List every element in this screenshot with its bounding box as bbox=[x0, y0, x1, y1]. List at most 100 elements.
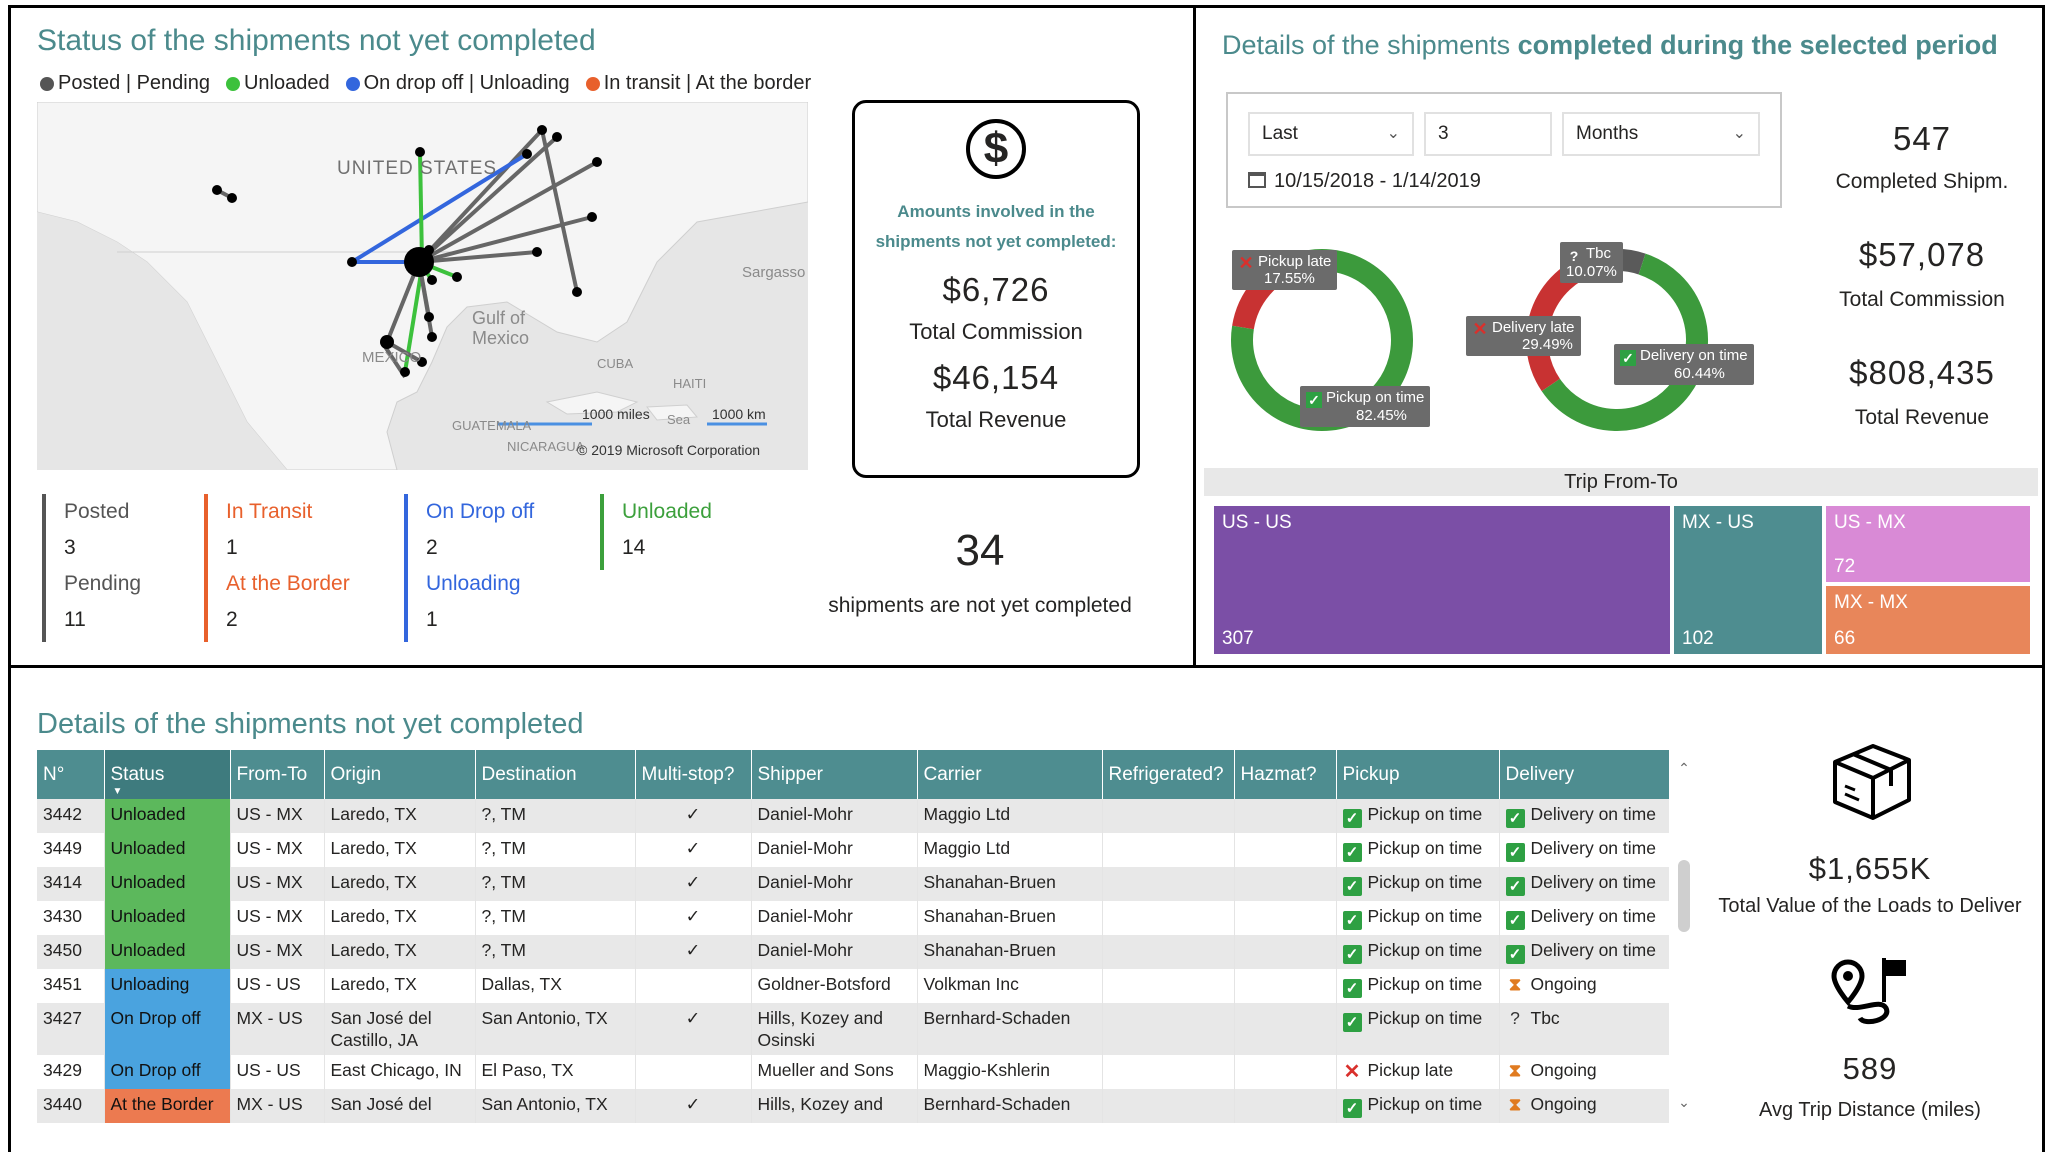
cell-hazmat bbox=[1234, 833, 1337, 867]
legend-item[interactable]: In transit | At the border bbox=[585, 72, 811, 95]
treemap-cell-mx-mx[interactable]: MX - MX 66 bbox=[1826, 586, 2030, 654]
filter-mode-select[interactable]: Last ⌄ bbox=[1248, 112, 1414, 156]
filter-unit-value: Months bbox=[1576, 123, 1639, 144]
scroll-down-icon[interactable]: ⌄ bbox=[1676, 1094, 1692, 1111]
status-group-posted: Posted 3 Pending 11 bbox=[42, 494, 141, 642]
column-header[interactable]: Pickup bbox=[1336, 750, 1500, 799]
column-header[interactable]: Multi-stop? bbox=[635, 750, 752, 799]
legend-dot-icon bbox=[585, 76, 600, 91]
map-label-sargasso: Sargasso bbox=[742, 264, 806, 281]
status-value-pending: 11 bbox=[64, 608, 86, 631]
column-header[interactable]: Origin bbox=[324, 750, 476, 799]
table-row[interactable]: 3429 On Drop off US - US East Chicago, IN El… bbox=[37, 1055, 1669, 1089]
map-scale-miles: 1000 miles bbox=[582, 406, 650, 422]
map-label-cuba: CUBA bbox=[597, 356, 634, 371]
pickup-ontime-pct: 82.45% bbox=[1356, 407, 1407, 424]
filter-amount-input[interactable]: 3 bbox=[1424, 112, 1552, 156]
table-row[interactable]: 3440 At the Border MX - US San José del San … bbox=[37, 1089, 1669, 1123]
trip-label: Avg Trip Distance (miles) bbox=[1759, 1099, 1981, 1121]
check-icon: ✓ bbox=[1342, 877, 1362, 896]
treemap-cell-us-mx[interactable]: US - MX 72 bbox=[1826, 506, 2030, 582]
question-icon: ? bbox=[1510, 1008, 1520, 1028]
shipment-map[interactable]: UNITED STATES Gulf of Mexico Sargasso ME… bbox=[37, 102, 808, 470]
route-icon bbox=[1831, 958, 1906, 1025]
pickup-late-pct: 17.55% bbox=[1264, 270, 1315, 287]
delivery-status-text: Ongoing bbox=[1530, 1094, 1597, 1114]
legend-label: Unloaded bbox=[243, 72, 330, 94]
cell-refrigerated bbox=[1102, 969, 1235, 1003]
status-label-at-border: At the Border bbox=[226, 572, 350, 595]
sort-down-icon[interactable]: ▼ bbox=[113, 786, 123, 797]
column-header[interactable]: Status ▼ bbox=[104, 750, 231, 799]
cell-multistop: ✓ bbox=[635, 867, 752, 901]
status-value-in-transit: 1 bbox=[226, 536, 238, 559]
column-header[interactable]: From-To bbox=[230, 750, 325, 799]
completed-title-pre: Details of the shipments bbox=[1222, 30, 1518, 60]
loads-value: $1,655K bbox=[1808, 851, 1932, 886]
treemap-cell-mx-us[interactable]: MX - US 102 bbox=[1674, 506, 1822, 654]
column-header[interactable]: Hazmat? bbox=[1234, 750, 1337, 799]
cell-refrigerated bbox=[1102, 833, 1235, 867]
legend-item[interactable]: Posted | Pending bbox=[40, 72, 210, 95]
details-title: Details of the shipments not yet complet… bbox=[37, 708, 584, 740]
cell-destination: San Antonio, TX bbox=[475, 1089, 636, 1123]
table-row[interactable]: 3451 Unloading US - US Laredo, TX Dallas, TX… bbox=[37, 969, 1669, 1003]
pickup-status-text: Pickup on time bbox=[1367, 974, 1483, 994]
cell-refrigerated bbox=[1102, 1055, 1235, 1089]
pickup-status-text: Pickup on time bbox=[1367, 838, 1483, 858]
delivery-status-text: Tbc bbox=[1530, 1008, 1560, 1028]
date-filter: Last ⌄ 3 Months ⌄ 10/15/2018 - 1/14/2019 bbox=[1226, 92, 1782, 208]
scroll-up-icon[interactable]: ⌃ bbox=[1676, 760, 1692, 777]
cell-shipper: Daniel-Mohr bbox=[751, 799, 918, 833]
legend-item[interactable]: On drop off | Unloading bbox=[345, 72, 570, 95]
cell-pickup: ✓ Pickup on time bbox=[1336, 867, 1500, 901]
table-row[interactable]: 3427 On Drop off MX - US San José del Casti… bbox=[37, 1003, 1669, 1055]
cell-carrier: Volkman Inc bbox=[917, 969, 1103, 1003]
column-header[interactable]: N° bbox=[37, 750, 105, 799]
map-hub-point bbox=[404, 247, 434, 277]
table-row[interactable]: 3442 Unloaded US - MX Laredo, TX?, TM ✓ Danie… bbox=[37, 799, 1669, 833]
table-row[interactable]: 3449 Unloaded US - MX Laredo, TX?, TM ✓ Danie… bbox=[37, 833, 1669, 867]
table-scrollbar[interactable]: ⌃ ⌄ bbox=[1676, 760, 1692, 1120]
check-icon: ✓ bbox=[1505, 809, 1525, 828]
status-group-dropoff: On Drop off 2 Unloading 1 bbox=[404, 494, 534, 642]
check-icon: ✓ bbox=[1342, 843, 1362, 862]
cell-number: 3414 bbox=[37, 867, 105, 901]
delivery-tbc-label: Tbc bbox=[1586, 245, 1612, 262]
shipments-table[interactable]: N° Status ▼ From-To Origin Destination Multi-s… bbox=[37, 750, 1669, 1140]
column-header[interactable]: Carrier bbox=[917, 750, 1103, 799]
cell-hazmat bbox=[1234, 799, 1337, 833]
status-title: Status of the shipments not yet complete… bbox=[37, 24, 596, 57]
cell-from-to: US - MX bbox=[230, 799, 325, 833]
delivery-status-text: Delivery on time bbox=[1530, 804, 1656, 824]
treemap-cell-us-us[interactable]: US - US 307 bbox=[1214, 506, 1670, 654]
treemap-value: 66 bbox=[1834, 628, 1856, 649]
table-row[interactable]: 3450 Unloaded US - MX Laredo, TX?, TM ✓ Danie… bbox=[37, 935, 1669, 969]
map-location-point bbox=[587, 212, 597, 222]
cell-pickup: ✓ Pickup on time bbox=[1336, 935, 1500, 969]
kpi-commission-value: $57,078 bbox=[1858, 236, 1986, 273]
column-header[interactable]: Shipper bbox=[751, 750, 918, 799]
map-location-point bbox=[427, 275, 437, 285]
table-row[interactable]: 3414 Unloaded US - MX Laredo, TX?, TM ✓ Danie… bbox=[37, 867, 1669, 901]
column-header[interactable]: Delivery bbox=[1499, 750, 1669, 799]
legend-item[interactable]: Unloaded bbox=[225, 72, 330, 95]
column-header[interactable]: Destination bbox=[475, 750, 636, 799]
table-row[interactable]: 3430 Unloaded US - MX Laredo, TX?, TM ✓ Danie… bbox=[37, 901, 1669, 935]
column-header[interactable]: Refrigerated? bbox=[1102, 750, 1235, 799]
cell-carrier: Maggio Ltd bbox=[917, 799, 1103, 833]
filter-unit-select[interactable]: Months ⌄ bbox=[1562, 112, 1760, 156]
scroll-thumb[interactable] bbox=[1678, 860, 1690, 932]
cell-hazmat bbox=[1234, 935, 1337, 969]
map-label-haiti: HAITI bbox=[673, 376, 707, 391]
map-label-mexico: MEXICO bbox=[362, 349, 422, 366]
cell-shipper: Daniel-Mohr bbox=[751, 901, 918, 935]
cell-refrigerated bbox=[1102, 901, 1235, 935]
status-label-pending: Pending bbox=[64, 572, 142, 595]
cell-delivery: ⧗ Ongoing bbox=[1499, 1089, 1669, 1123]
tag-pickup-late: ✕ Pickup late 17.55% bbox=[1232, 250, 1338, 290]
cell-multistop bbox=[635, 1055, 752, 1089]
cell-hazmat bbox=[1234, 867, 1337, 901]
cell-origin: Laredo, TX bbox=[324, 935, 476, 969]
status-value-unloading: 1 bbox=[426, 608, 438, 631]
